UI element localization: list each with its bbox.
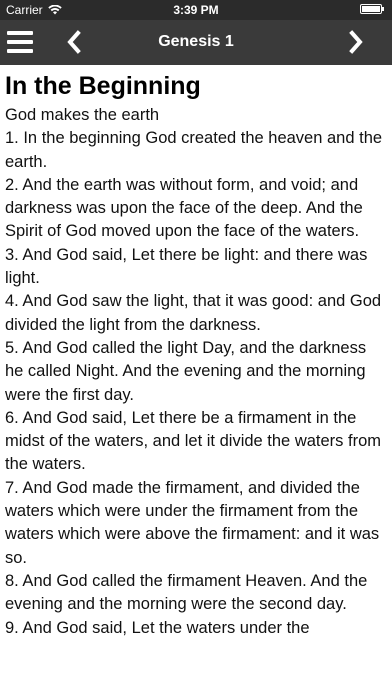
chapter-heading: In the Beginning bbox=[5, 72, 201, 100]
status-time: 3:39 PM bbox=[173, 3, 219, 17]
section-subheading: God makes the earth bbox=[5, 106, 160, 124]
verse-4: 4. And God saw the light, that it was go… bbox=[5, 292, 382, 334]
chevron-right-icon[interactable] bbox=[344, 28, 368, 56]
verse-1: 1. In the beginning God created the heav… bbox=[5, 129, 383, 171]
battery-level bbox=[362, 6, 380, 12]
verse-2: 2. And the earth was without form, and v… bbox=[5, 175, 363, 241]
verse-3: 3. And God said, Let there be light: and… bbox=[5, 245, 368, 288]
battery-full-icon bbox=[360, 4, 384, 14]
verse-9: 9. And God said, Let the waters under th… bbox=[5, 618, 310, 637]
verse-6: 6. And God said, Let there be a firmamen… bbox=[5, 408, 381, 474]
nav-bar: Genesis 1 bbox=[0, 20, 392, 65]
nav-title: Genesis 1 bbox=[158, 33, 234, 50]
verse-5: 5. And God called the light Day, and the… bbox=[5, 338, 367, 404]
chapter-content: In the Beginning God makes the earth 1. … bbox=[0, 65, 392, 640]
verse-8: 8. And God called the firmament Heaven. … bbox=[5, 571, 368, 614]
verse-7: 7. And God made the firmament, and divid… bbox=[5, 478, 380, 567]
status-bar: Carrier 3:39 PM bbox=[0, 0, 392, 20]
